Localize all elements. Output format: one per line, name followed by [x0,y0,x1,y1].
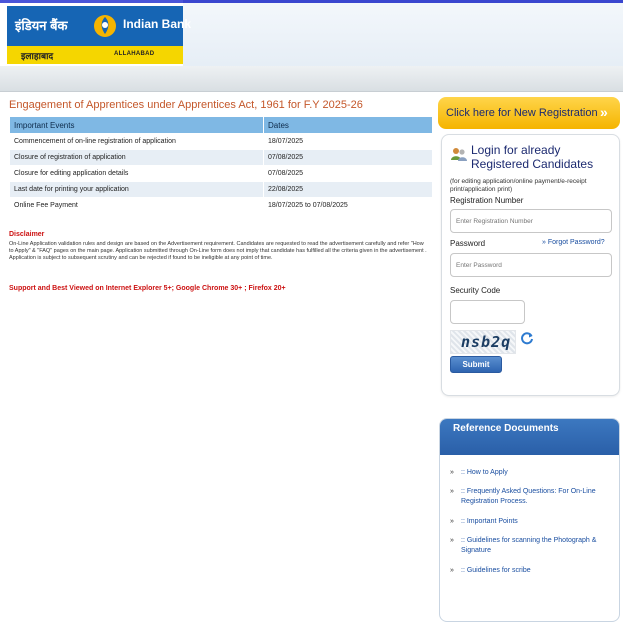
reference-link-how-to-apply[interactable]: » :: How to Apply [450,468,615,478]
bank-emblem-icon [94,15,116,37]
security-code-input[interactable] [450,300,525,324]
logo-subtitle: ALLAHABAD [114,51,155,57]
logo-hindi-subtitle: इलाहाबाद [21,51,54,61]
table-row: Closure for editing application details … [9,165,433,182]
disclaimer-heading: Disclaimer [9,231,45,238]
indian-bank-logo: इंडियन बैंक Indian Bank इलाहाबाद ALLAHAB… [7,6,191,64]
password-label: Password [450,239,486,248]
double-chevron-right-icon: » [450,518,454,525]
reference-link-text: :: Guidelines for scribe [461,567,531,574]
table-header-events: Important Events [9,116,264,134]
table-row: Online Fee Payment 18/07/2025 to 07/08/2… [9,197,433,214]
table-row: Closure of registration of application 0… [9,149,433,166]
page-title: Engagement of Apprentices under Apprenti… [9,99,363,111]
event-cell: Last date for printing your application [9,181,264,198]
event-cell: Commencement of on-line registration of … [9,133,264,150]
date-cell: 18/07/2025 to 07/08/2025 [263,197,433,214]
event-cell: Closure for editing application details [9,165,264,182]
important-events-table: Important Events Dates Commencement of o… [9,116,433,214]
date-cell: 18/07/2025 [263,133,433,150]
table-header-row: Important Events Dates [9,116,433,134]
double-chevron-right-icon: » [450,537,454,544]
reference-link-photo-guidelines[interactable]: » :: Guidelines for scanning the Photogr… [450,536,615,556]
navigation-bar [0,66,623,92]
event-cell: Closure of registration of application [9,149,264,166]
registration-number-label: Registration Number [450,196,524,205]
logo-hindi-text: इंडियन बैंक [15,18,68,33]
registration-number-input[interactable] [450,209,612,233]
double-chevron-right-icon: » [450,469,454,476]
captcha-text: nsb2q [461,333,512,351]
reference-documents-title: Reference Documents [453,423,559,434]
table-row: Last date for printing your application … [9,181,433,198]
new-registration-button[interactable]: Click here for New Registration » [438,97,620,129]
new-registration-label: Click here for New Registration [446,107,598,119]
date-cell: 22/08/2025 [263,181,433,198]
logo-english-text: Indian Bank [123,17,192,31]
reference-documents-header: Reference Documents [440,419,619,455]
login-panel: Login for already Registered Candidates … [441,134,620,396]
table-header-dates: Dates [263,116,433,134]
security-code-label: Security Code [450,286,501,295]
submit-button[interactable]: Submit [450,356,502,373]
reference-link-important-points[interactable]: » :: Important Points [450,517,615,527]
disclaimer-text: On-Line Application validation rules and… [9,241,427,262]
double-chevron-right-icon: » [600,104,608,120]
password-input[interactable] [450,253,612,277]
double-chevron-right-icon: » [450,567,454,574]
forgot-password-link[interactable]: » Forgot Password? [542,239,605,246]
users-icon [451,148,467,161]
date-cell: 07/08/2025 [263,165,433,182]
login-note: (for editing application/online payment/… [450,178,587,193]
table-row: Commencement of on-line registration of … [9,133,433,150]
reference-documents-panel: Reference Documents » :: How to Apply » … [439,418,620,622]
browser-support-note: Support and Best Viewed on Internet Expl… [9,285,286,292]
login-title: Login for already Registered Candidates [471,143,594,171]
reference-link-scribe-guidelines[interactable]: » :: Guidelines for scribe [450,566,615,576]
reference-link-text: :: Important Points [461,518,518,525]
reference-link-text: :: Guidelines for scanning the Photograp… [461,537,597,554]
refresh-captcha-icon[interactable] [520,331,534,345]
date-cell: 07/08/2025 [263,149,433,166]
top-header-banner [183,0,623,66]
reference-link-text: :: Frequently Asked Questions: For On-Li… [461,488,596,505]
reference-link-faq[interactable]: » :: Frequently Asked Questions: For On-… [450,487,615,507]
double-chevron-right-icon: » [450,488,454,495]
captcha-image: nsb2q [450,330,516,354]
event-cell: Online Fee Payment [9,197,264,214]
reference-link-text: :: How to Apply [461,469,508,476]
